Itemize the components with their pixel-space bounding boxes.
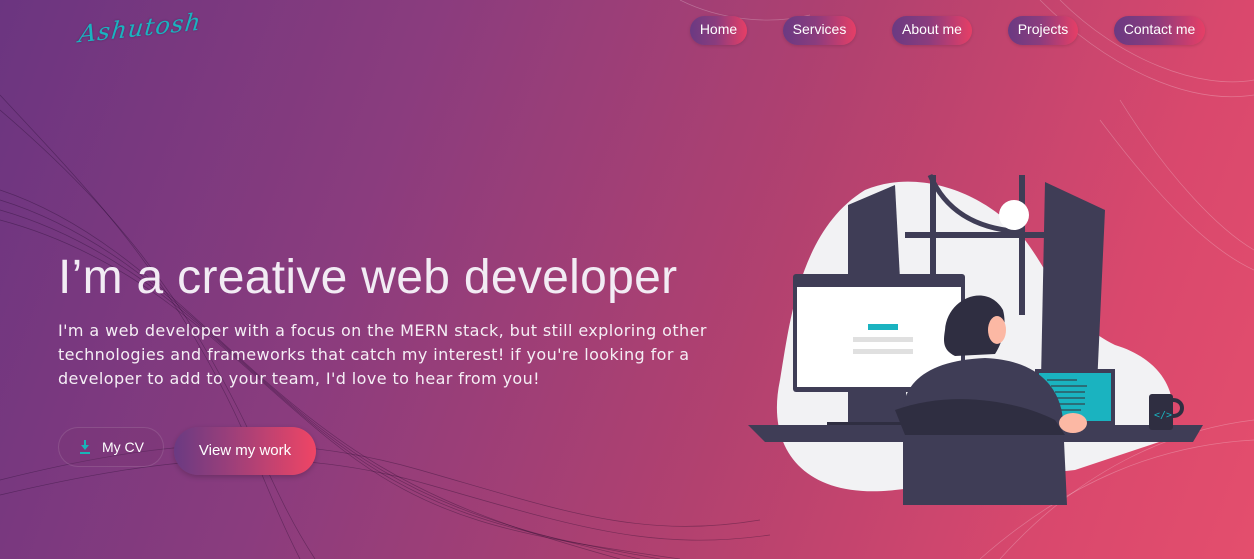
download-icon [80, 440, 90, 454]
svg-text:</>: </> [1154, 410, 1172, 421]
nav-contact-me[interactable]: Contact me [1114, 16, 1205, 45]
developer-at-desk-illustration: </> [748, 174, 1203, 505]
view-my-work-button[interactable]: View my work [174, 427, 316, 475]
hero-title: I’m a creative web developer [58, 251, 678, 304]
my-cv-label: My CV [102, 439, 144, 455]
my-cv-button[interactable]: My CV [58, 427, 164, 467]
nav-about-me[interactable]: About me [892, 16, 972, 45]
hero-description: I'm a web developer with a focus on the … [58, 321, 707, 388]
nav-services[interactable]: Services [783, 16, 856, 45]
nav-projects[interactable]: Projects [1008, 16, 1078, 45]
main-nav: Home Services About me Projects Contact … [0, 16, 1254, 46]
nav-home[interactable]: Home [690, 16, 747, 45]
